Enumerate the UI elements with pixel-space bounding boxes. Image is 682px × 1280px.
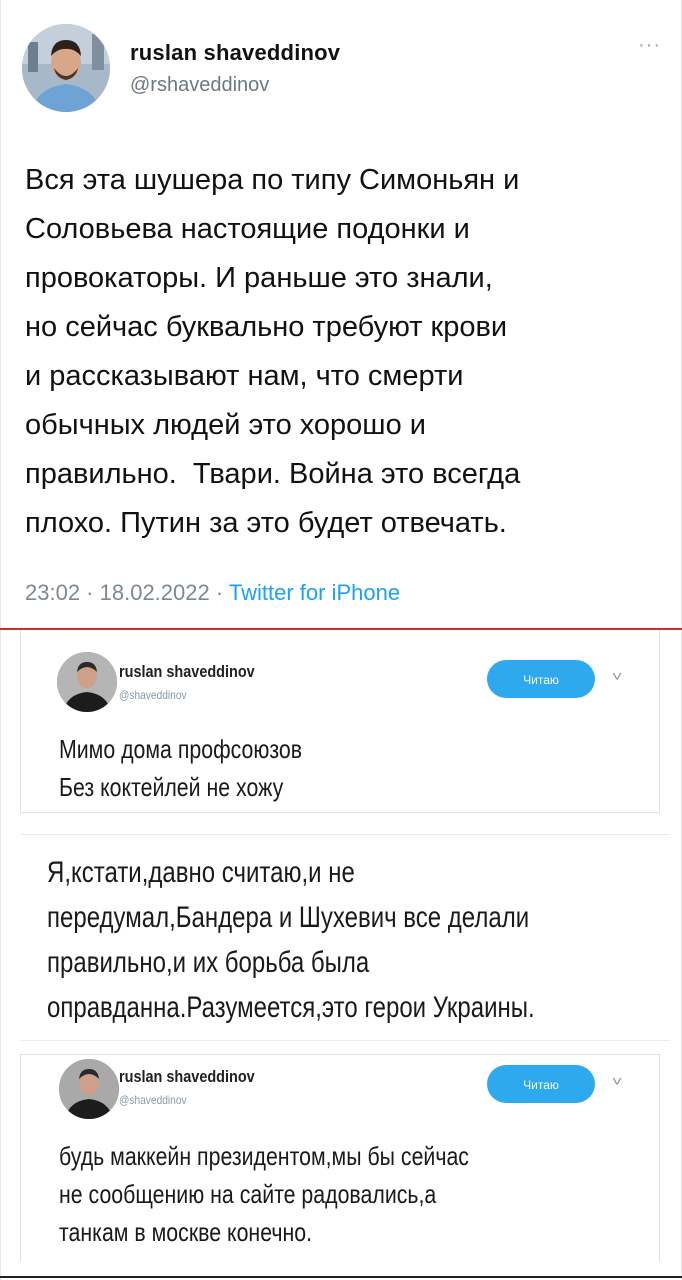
divider	[20, 834, 670, 835]
tweet-text-line: танкам в москве конечно.	[59, 1217, 313, 1247]
divider	[20, 1040, 670, 1041]
tweet-text-line: передумал,Бандера и Шухевич все делали	[47, 901, 530, 934]
meta-separator: ·	[209, 580, 229, 605]
tweet-text-line: правильно. Твари. Война это всегда	[25, 458, 521, 490]
tweet-text-line: правильно,и их борьба была	[47, 946, 370, 979]
following-button[interactable]: Читаю	[487, 1065, 595, 1103]
tweet-source-link[interactable]: Twitter for iPhone	[229, 580, 400, 605]
tweet-text-line: провокаторы. И раньше это знали,	[25, 262, 493, 294]
tweet-text: Вся эта шушера по типу Симоньян и Соловь…	[25, 156, 665, 548]
tweet-text-line: будь маккейн президентом,мы бы сейчас	[59, 1141, 469, 1171]
main-tweet: ruslan shaveddinov @rshaveddinov ··· Вся…	[0, 0, 682, 628]
tweet-text-line: не сообщению на сайте радовались,а	[59, 1179, 437, 1209]
tweet-text: Мимо дома профсоюзов Без коктейлей не хо…	[59, 730, 543, 806]
tweet-text: будь маккейн президентом,мы бы сейчас не…	[59, 1137, 543, 1251]
meta-separator: ·	[80, 580, 100, 605]
embedded-tweet-screenshot: ruslan shaveddinov @shaveddinov Читаю ˅ …	[20, 1054, 660, 1261]
tweet-text-line: но сейчас буквально требуют крови	[25, 311, 508, 343]
quoted-tweet-text: Я,кстати,давно считаю,и не передумал,Бан…	[47, 850, 559, 1030]
avatar-photo	[57, 652, 117, 712]
more-options-icon[interactable]: ···	[638, 34, 661, 57]
author-name[interactable]: ruslan shaveddinov	[119, 1067, 255, 1087]
avatar-photo	[59, 1059, 119, 1119]
embedded-tweet-screenshot: ruslan shaveddinov @shaveddinov Читаю ˅ …	[20, 630, 660, 813]
tweet-text-line: обычных людей это хорошо и	[25, 409, 426, 441]
tweet-time[interactable]: 23:02	[25, 580, 80, 605]
tweet-text-line: оправданна.Разумеется,это герои Украины.	[47, 991, 535, 1024]
avatar[interactable]	[59, 1059, 119, 1119]
chevron-down-icon[interactable]: ˅	[612, 668, 623, 684]
tweet-meta: 23:02 · 18.02.2022 · Twitter for iPhone	[25, 580, 400, 606]
author-name[interactable]: ruslan shaveddinov	[130, 40, 340, 66]
author-name[interactable]: ruslan shaveddinov	[119, 662, 255, 682]
tweet-text-line: Мимо дома профсоюзов	[59, 734, 303, 764]
avatar[interactable]	[22, 24, 110, 112]
author-handle[interactable]: @shaveddinov	[119, 1093, 187, 1107]
tweet-text-line: Я,кстати,давно считаю,и не	[47, 856, 355, 889]
tweet-date[interactable]: 18.02.2022	[100, 580, 210, 605]
tweet-text-line: и рассказывают нам, что смерти	[25, 360, 464, 392]
tweet-text-line: Соловьева настоящие подонки и	[25, 213, 470, 245]
author-handle[interactable]: @shaveddinov	[119, 688, 187, 702]
author-handle[interactable]: @rshaveddinov	[130, 74, 269, 97]
following-button[interactable]: Читаю	[487, 660, 595, 698]
avatar-photo	[22, 24, 110, 112]
tweet-text-line: Вся эта шушера по типу Симоньян и	[25, 164, 520, 196]
chevron-down-icon[interactable]: ˅	[612, 1073, 623, 1089]
bottom-border	[0, 1276, 682, 1278]
tweet-text-line: Без коктейлей не хожу	[59, 772, 284, 802]
tweet-text-line: плохо. Путин за это будет отвечать.	[25, 507, 507, 539]
avatar[interactable]	[57, 652, 117, 712]
